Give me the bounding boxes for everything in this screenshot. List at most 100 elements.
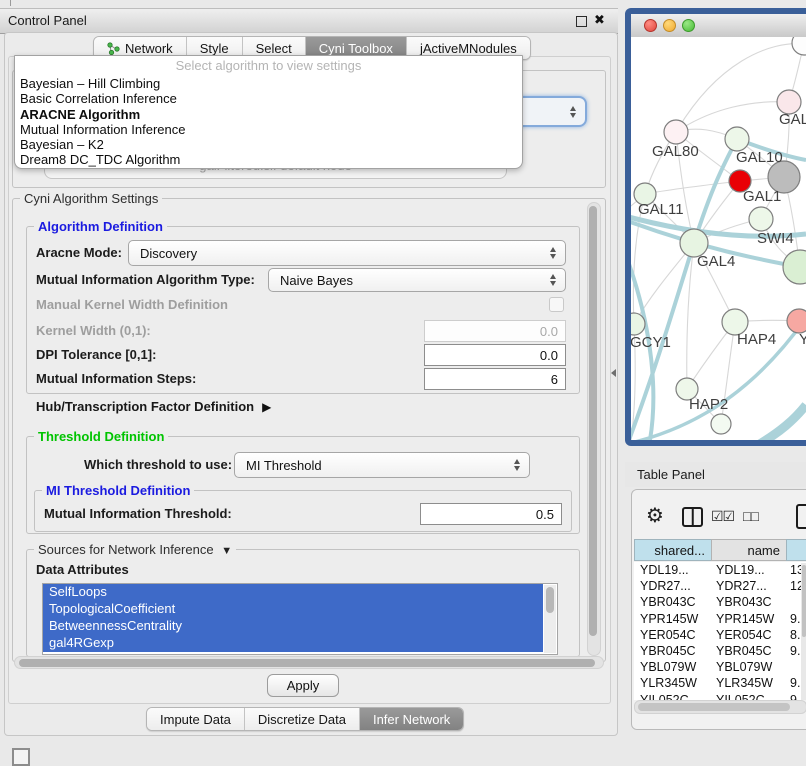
table-row[interactable]: YBR045CYBR045C9.	[634, 643, 806, 659]
cell[interactable]	[788, 594, 790, 610]
node-swi4[interactable]	[749, 207, 773, 231]
cell[interactable]: YDL19...	[634, 562, 712, 578]
network-icon	[107, 42, 120, 55]
table-row[interactable]: YPR145WYPR145W9.	[634, 611, 806, 627]
list-vertical-scrollbar[interactable]	[544, 585, 556, 653]
table-row[interactable]: YLR345WYLR345W9.	[634, 675, 806, 691]
node[interactable]	[792, 37, 806, 55]
table-row[interactable]: YBR043CYBR043C	[634, 594, 806, 610]
dropdown-item[interactable]: Bayesian – K2	[15, 137, 522, 152]
data-attributes-list[interactable]: SelfLoops TopologicalCoefficient Between…	[42, 583, 558, 655]
cell[interactable]: YBR045C	[712, 643, 788, 659]
manual-kernel-checkbox[interactable]	[549, 297, 564, 312]
dropdown-item-aracne[interactable]: ARACNE Algorithm	[15, 107, 522, 122]
node-salmon[interactable]	[787, 309, 806, 333]
mi-type-combo[interactable]: Naive Bayes	[268, 268, 566, 292]
tab-impute-data[interactable]: Impute Data	[147, 708, 245, 730]
column-header-partial[interactable]	[786, 539, 806, 561]
float-panel-icon[interactable]	[576, 16, 587, 27]
node-gal10[interactable]	[725, 127, 749, 151]
algorithm-dropdown-popup: Select algorithm to view settings Bayesi…	[14, 55, 523, 169]
minimize-window-icon[interactable]	[663, 19, 676, 32]
tab-discretize-data[interactable]: Discretize Data	[245, 708, 360, 730]
dropdown-item[interactable]: Bayesian – Hill Climbing	[15, 76, 522, 91]
close-window-icon[interactable]	[644, 19, 657, 32]
which-threshold-label: Which threshold to use:	[84, 452, 232, 478]
cell[interactable]: YDR27...	[712, 578, 788, 594]
hub-definition-toggle[interactable]: Hub/Transcription Factor Definition▶	[36, 398, 271, 416]
close-panel-icon[interactable]: ✖	[594, 12, 605, 28]
which-threshold-combo[interactable]: MI Threshold	[234, 452, 530, 478]
cell[interactable]: YLR345W	[712, 675, 788, 691]
document-icon-partial[interactable]	[796, 504, 806, 529]
node-gal80[interactable]	[664, 120, 688, 144]
list-item[interactable]: gal4RGexp	[43, 635, 543, 652]
mi-steps-field[interactable]	[424, 368, 566, 390]
column-header-name[interactable]: name	[711, 539, 787, 561]
network-view[interactable]: GAL GAL80 GAL10 GAL1 GAL11 SWI4 GAL4 GCY…	[631, 37, 806, 440]
data-attributes-label: Data Attributes	[36, 562, 129, 578]
table-row[interactable]: YDR27...YDR27...12	[634, 578, 806, 594]
cell[interactable]: YDL19...	[712, 562, 788, 578]
cell[interactable]: 9.	[788, 675, 800, 691]
dropdown-item[interactable]: Basic Correlation Inference	[15, 91, 522, 106]
cell[interactable]: YBR045C	[634, 643, 712, 659]
network-window-titlebar[interactable]	[631, 14, 806, 38]
algorithm-definition-legend: Algorithm Definition	[34, 219, 167, 234]
mi-threshold-field[interactable]	[420, 503, 562, 525]
cell[interactable]: 9.	[788, 692, 800, 701]
cell[interactable]	[788, 659, 790, 675]
panel-collapse-arrow-icon[interactable]	[611, 369, 616, 377]
node-table[interactable]: YDL19...YDL19...13 YDR27...YDR27...12 YB…	[634, 562, 806, 700]
sources-legend[interactable]: Sources for Network Inference ▼	[34, 542, 236, 557]
list-item[interactable]: TopologicalCoefficient	[43, 601, 543, 618]
zoom-window-icon[interactable]	[682, 19, 695, 32]
node-partial-bottom[interactable]	[711, 414, 731, 434]
list-item[interactable]: SelfLoops	[43, 584, 543, 601]
table-vertical-scrollbar[interactable]	[801, 563, 806, 700]
cell[interactable]: YBL079W	[634, 659, 712, 675]
table-row[interactable]: YDL19...YDL19...13	[634, 562, 806, 578]
table-row[interactable]: YIL052CYIL052C9.	[634, 692, 806, 701]
select-all-checkboxes-icon[interactable]: ☑☑	[711, 508, 734, 525]
node-label: GAL10	[736, 149, 783, 166]
scrollbar-thumb[interactable]	[546, 587, 554, 613]
table-horizontal-scrollbar[interactable]	[634, 700, 806, 714]
cell[interactable]: YIL052C	[634, 692, 712, 701]
dropdown-item[interactable]: Mutual Information Inference	[15, 122, 522, 137]
mi-steps-label: Mutual Information Steps:	[36, 368, 196, 390]
settings-horizontal-scrollbar[interactable]	[14, 656, 604, 669]
cell[interactable]: 9.	[788, 611, 800, 627]
scrollbar-thumb[interactable]	[638, 703, 790, 711]
gear-icon[interactable]: ⚙	[646, 503, 664, 528]
list-item[interactable]: BetweennessCentrality	[43, 618, 543, 635]
cell[interactable]: YBL079W	[712, 659, 788, 675]
cell[interactable]: 9.	[788, 643, 800, 659]
column-header-shared[interactable]: shared...	[634, 539, 712, 561]
cell[interactable]: 8.	[788, 627, 800, 643]
table-panel-title: Table Panel	[637, 467, 705, 482]
cell[interactable]: YER054C	[712, 627, 788, 643]
cell[interactable]: YBR043C	[712, 594, 788, 610]
table-row[interactable]: YER054CYER054C8.	[634, 627, 806, 643]
cell[interactable]: YPR145W	[634, 611, 712, 627]
apply-button[interactable]: Apply	[267, 674, 339, 697]
tab-infer-network[interactable]: Infer Network	[360, 708, 463, 730]
scrollbar-thumb[interactable]	[802, 565, 806, 637]
cell[interactable]: YPR145W	[712, 611, 788, 627]
cell[interactable]: YER054C	[634, 627, 712, 643]
aracne-mode-combo[interactable]: Discovery	[128, 240, 566, 266]
minimized-panel-icon[interactable]	[12, 748, 30, 766]
table-row[interactable]: YBL079WYBL079W	[634, 659, 806, 675]
cell[interactable]: YLR345W	[634, 675, 712, 691]
cell[interactable]: YBR043C	[634, 594, 712, 610]
dropdown-item[interactable]: Dream8 DC_TDC Algorithm	[15, 152, 522, 167]
cell[interactable]: YDR27...	[634, 578, 712, 594]
dpi-tolerance-field[interactable]	[424, 344, 566, 366]
scrollbar-thumb[interactable]	[19, 659, 595, 667]
deselect-all-checkboxes-icon[interactable]: □□	[743, 508, 758, 524]
scrollbar-thumb[interactable]	[589, 206, 597, 636]
split-columns-icon[interactable]	[682, 507, 703, 527]
cell[interactable]: YIL052C	[712, 692, 788, 701]
settings-vertical-scrollbar[interactable]	[587, 202, 601, 656]
